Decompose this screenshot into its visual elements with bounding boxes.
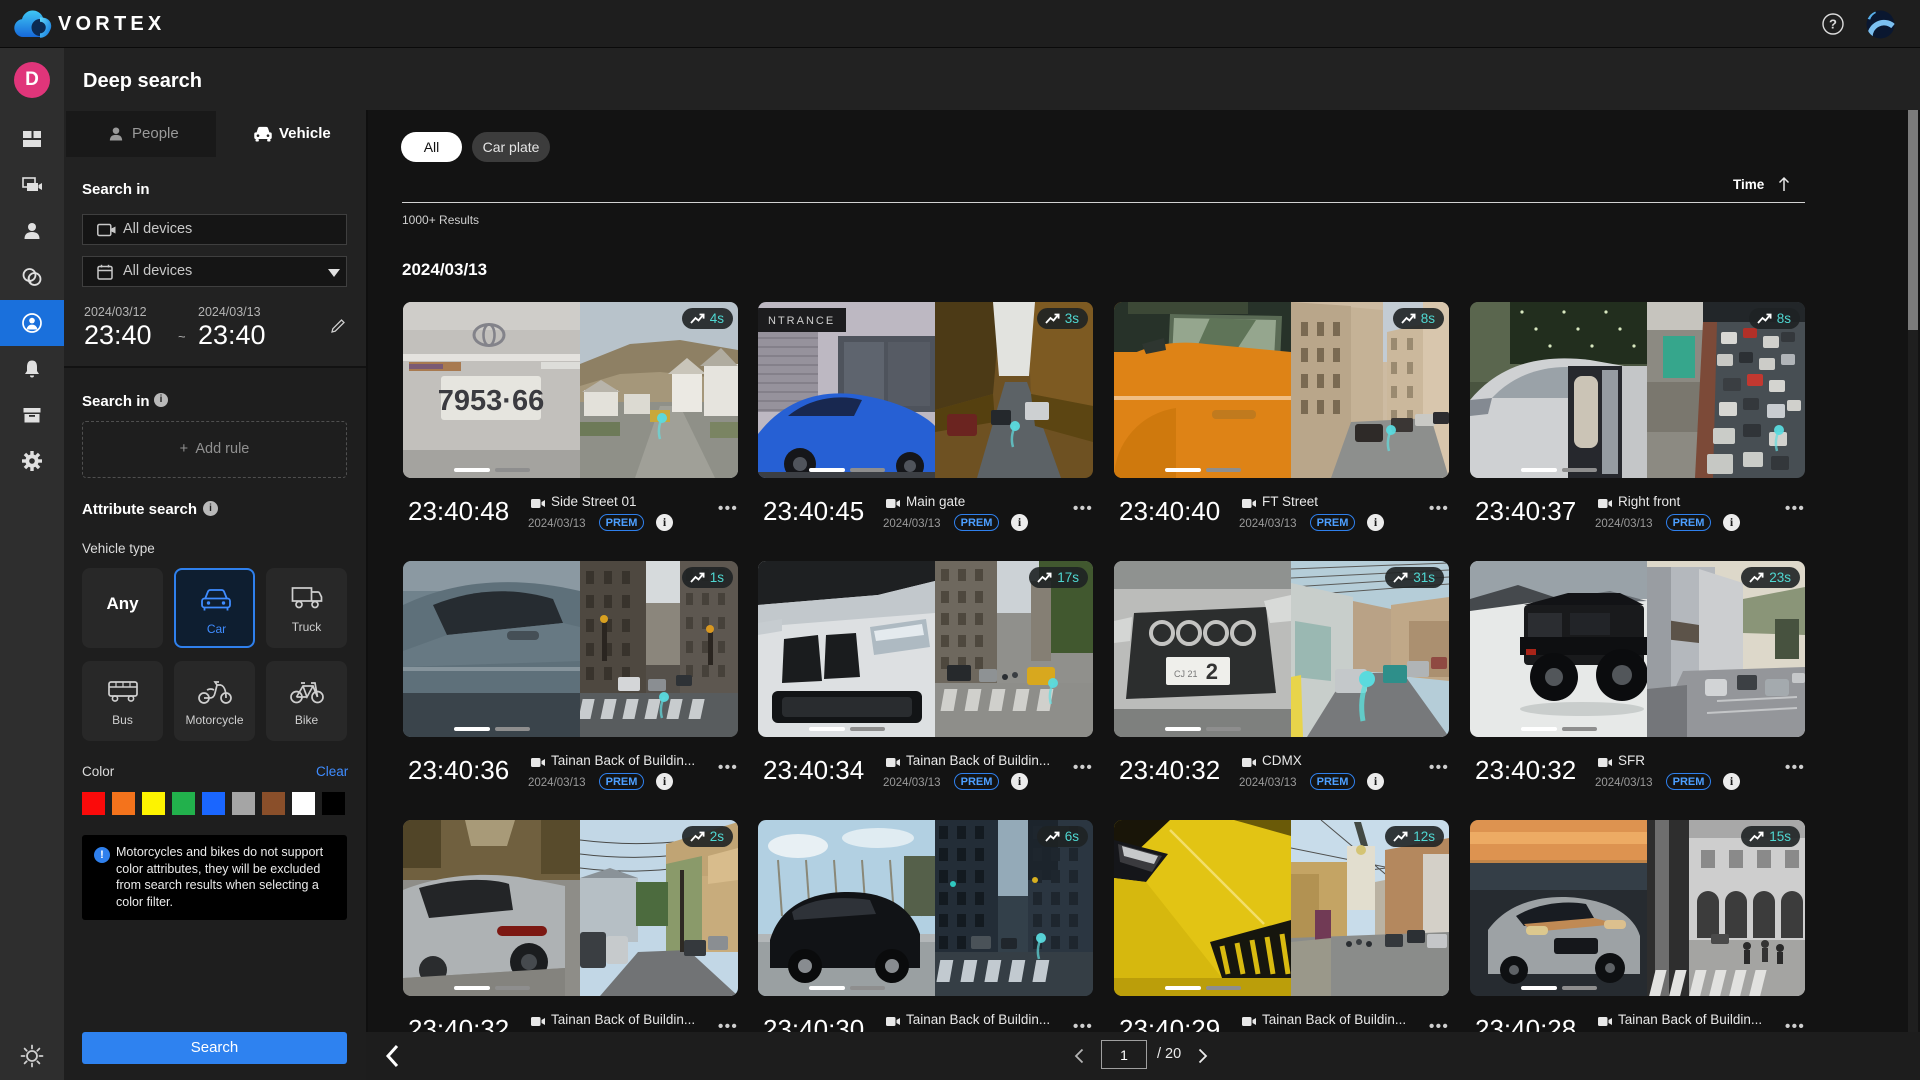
- svg-text:2: 2: [1206, 659, 1218, 684]
- svg-text:7953·66: 7953·66: [438, 385, 544, 417]
- svg-text:NTRANCE: NTRANCE: [768, 315, 835, 327]
- svg-text:?: ?: [1829, 17, 1837, 32]
- svg-text:CJ 21: CJ 21: [1174, 669, 1198, 679]
